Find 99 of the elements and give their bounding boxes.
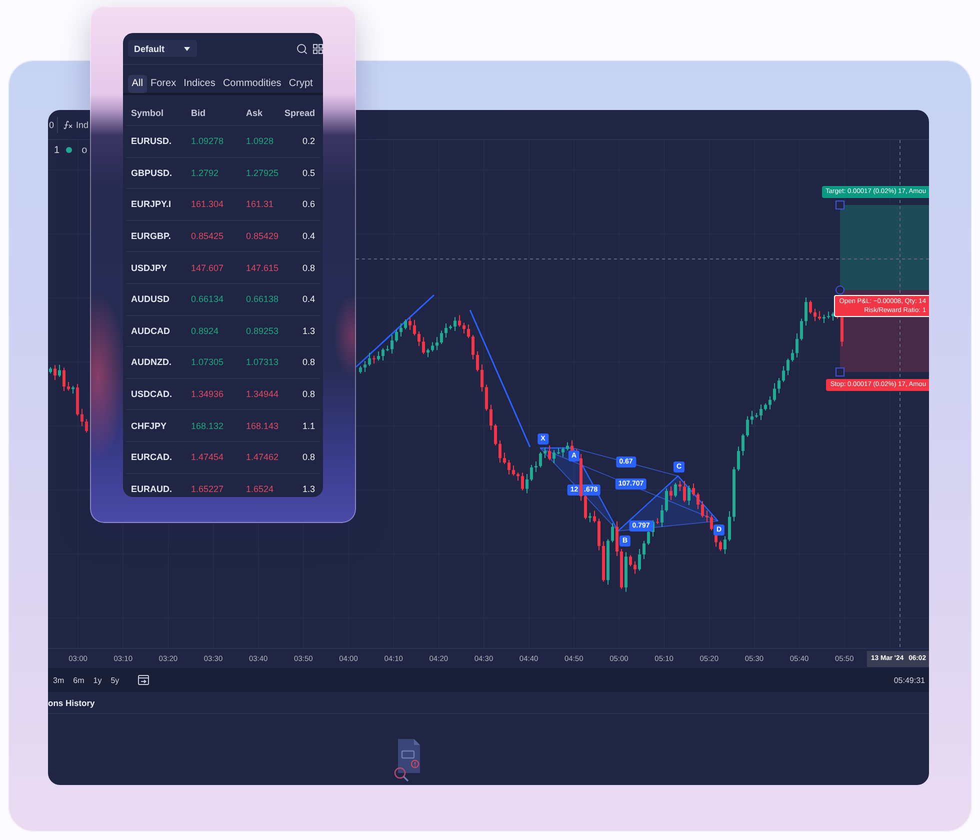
- range-button[interactable]: 1y: [90, 674, 105, 686]
- bid-price: 1.07305: [191, 357, 225, 368]
- bid-price: 0.66134: [191, 294, 225, 304]
- range-button[interactable]: 5y: [108, 674, 122, 686]
- ask-price: 1.0928: [246, 136, 275, 146]
- symbol-text: AUDNZD.: [131, 357, 172, 368]
- watchlist-row[interactable]: AUDUSD 0.66134 0.66138 0.4: [126, 282, 320, 315]
- range-button[interactable]: 3m: [50, 674, 68, 686]
- symbol-text: AUDUSD: [131, 294, 171, 304]
- spread-value: 0.8: [302, 357, 315, 368]
- grid-icon[interactable]: [313, 44, 323, 54]
- resize-handle[interactable]: [836, 368, 844, 376]
- watchlist-row[interactable]: EURUSD. 1.09278 1.0928 0.2: [126, 125, 320, 157]
- watchlist-row[interactable]: EURJPY.I 161.304 161.31 0.6: [126, 188, 320, 220]
- column-header: Bid: [191, 108, 206, 118]
- ask-price: 0.89253: [246, 326, 280, 336]
- resize-handle[interactable]: [836, 200, 844, 210]
- search-icon[interactable]: [296, 42, 308, 54]
- ask-price: 147.615: [246, 262, 280, 273]
- spread-value: 0.4: [302, 294, 315, 304]
- ask-price: 1.34944: [246, 389, 280, 400]
- clock-text: 05:49:31: [894, 676, 925, 684]
- spread-value: 1.3: [302, 484, 315, 494]
- bid-price: 168.132: [191, 420, 225, 431]
- column-header: Symbol: [131, 108, 165, 118]
- symbol-text: EURGBP.: [131, 231, 172, 242]
- bid-price: 147.607: [191, 262, 225, 273]
- watchlist-row[interactable]: GBPUSD. 1.2792 1.27925 0.5: [126, 156, 320, 188]
- ask-price: 0.85429: [246, 231, 280, 242]
- bid-price: 0.8924: [191, 326, 220, 336]
- candlestick: [62, 367, 66, 392]
- candlestick: [80, 408, 84, 427]
- function-icon: [63, 120, 74, 130]
- category-tab[interactable]: Commodities: [219, 75, 286, 93]
- watchlist-row[interactable]: EURCAD. 1.47454 1.47462 0.8: [126, 440, 320, 473]
- entry-handle[interactable]: [836, 286, 844, 294]
- legend-number: 1: [54, 144, 60, 156]
- candlestick: [76, 383, 79, 416]
- bottom-tab[interactable]: ons History: [48, 698, 95, 708]
- spread-value: 0.8: [302, 452, 315, 462]
- spread-value: 0.2: [302, 136, 315, 146]
- symbol-text: EURAUD.: [131, 484, 174, 494]
- watchlist-row[interactable]: USDCAD. 1.34936 1.34944 0.8: [126, 378, 320, 410]
- spread-value: 1.1: [302, 420, 315, 431]
- symbol-text: USDJPY: [131, 262, 168, 273]
- symbol-text: USDCAD.: [131, 389, 174, 400]
- document-search-icon: [392, 738, 422, 782]
- ask-price: 1.47462: [246, 452, 280, 462]
- list-dropdown[interactable]: Default: [128, 40, 197, 57]
- category-tab[interactable]: Forex: [146, 75, 180, 93]
- column-header: Ask: [246, 108, 264, 118]
- candlestick: [67, 382, 70, 392]
- category-tab[interactable]: Crypt: [285, 75, 317, 93]
- watchlist-row[interactable]: EURAUD. 1.65227 1.6524 1.3: [126, 472, 320, 497]
- spread-value: 0.8: [302, 262, 315, 273]
- column-header: Spread: [284, 108, 315, 118]
- bid-price: 1.65227: [191, 484, 225, 494]
- spread-value: 0.4: [302, 231, 315, 242]
- ask-price: 1.07313: [246, 357, 280, 368]
- watchlist-row[interactable]: CHFJPY 168.132 168.143 1.1: [126, 409, 320, 441]
- watchlist-row[interactable]: EURGBP. 0.85425 0.85429 0.4: [126, 220, 320, 252]
- toolbar-text: 0: [48, 120, 54, 130]
- range-button[interactable]: 6m: [70, 674, 88, 686]
- candlestick: [49, 366, 52, 374]
- bid-price: 161.304: [191, 199, 225, 210]
- caret-icon: [184, 46, 190, 50]
- spread-value: 0.8: [302, 389, 315, 400]
- symbol-text: GBPUSD.: [131, 168, 174, 178]
- candlestick: [54, 364, 56, 380]
- bid-price: 1.09278: [191, 136, 225, 146]
- candlestick: [72, 385, 74, 394]
- symbol-text: CHFJPY: [131, 420, 168, 431]
- bid-price: 1.34936: [191, 389, 225, 400]
- bid-price: 0.85425: [191, 231, 225, 242]
- category-tab[interactable]: Indices: [180, 75, 220, 93]
- ask-price: 0.66138: [246, 294, 280, 304]
- arrow-box-icon[interactable]: [138, 675, 150, 685]
- symbol-text: EURUSD.: [131, 136, 173, 146]
- legend-text: o: [82, 144, 88, 156]
- watchlist-row[interactable]: AUDCAD 0.8924 0.89253 1.3: [126, 314, 320, 346]
- bid-price: 1.2792: [191, 168, 220, 178]
- symbol-text: AUDCAD: [131, 326, 171, 336]
- candlestick: [85, 418, 88, 433]
- bid-price: 1.47454: [191, 452, 225, 462]
- spread-value: 1.3: [302, 326, 315, 336]
- category-tab[interactable]: All: [128, 75, 147, 93]
- symbol-text: EURCAD.: [131, 452, 174, 462]
- symbol-text: EURJPY.I: [131, 199, 172, 210]
- ask-price: 1.27925: [246, 168, 280, 178]
- spread-value: 0.6: [302, 199, 315, 210]
- indicators-button[interactable]: Ind: [63, 120, 89, 130]
- ask-price: 168.143: [246, 420, 280, 431]
- watchlist-row[interactable]: USDJPY 147.607 147.615 0.8: [126, 251, 320, 283]
- candlestick: [58, 364, 61, 378]
- candlestick: [580, 453, 582, 502]
- ask-price: 1.6524: [246, 484, 275, 494]
- ask-price: 161.31: [246, 199, 275, 210]
- spread-value: 0.5: [302, 168, 315, 178]
- watchlist-row[interactable]: AUDNZD. 1.07305 1.07313 0.8: [126, 346, 320, 378]
